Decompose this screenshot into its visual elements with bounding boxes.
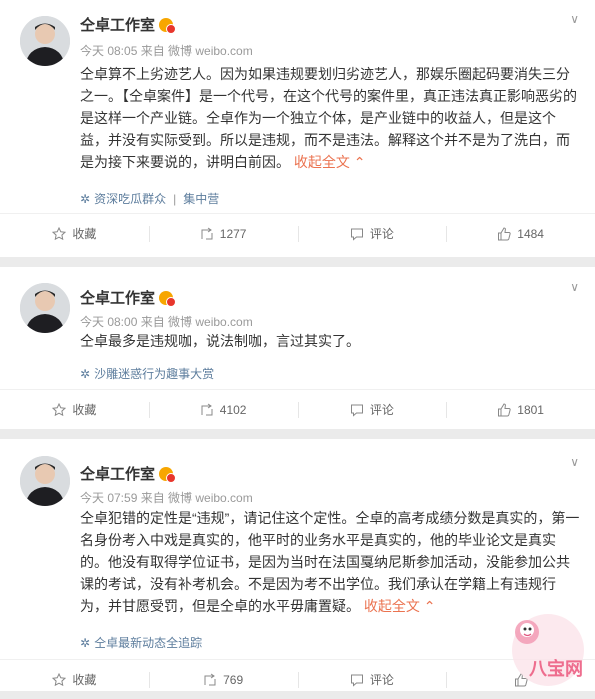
comment-label: 评论 [369,403,394,417]
author-name[interactable]: 仝卓工作室 [80,14,177,35]
comment-label: 评论 [369,227,394,241]
forward-count: 4102 [219,402,247,417]
collect-label: 收藏 [72,403,97,417]
topic-label[interactable]: 仝卓最新动态全追踪 [94,634,202,651]
like-count: 1484 [517,226,544,241]
topic-separator: | [173,191,177,206]
topic-label-2[interactable]: 集中营 [183,190,219,207]
comment-icon [350,404,363,417]
like-count: 1801 [517,402,544,417]
avatar[interactable] [20,283,70,333]
collapse-label[interactable]: 收起全文 [294,154,350,170]
post-meta: 今天 08:00 来自 微博 weibo.com [80,315,253,329]
chevron-down-icon[interactable]: ∨ [570,455,579,469]
comment-button[interactable]: 评论 [297,214,447,253]
thumbs-up-icon [498,226,511,240]
comment-icon [350,674,363,687]
forward-button[interactable]: 4102 [148,390,298,429]
sparkle-icon: ✲ [80,366,91,381]
vip-badge-icon [159,466,177,483]
collect-button[interactable]: 收藏 [0,660,149,699]
post-text: 仝卓最多是违规咖，说法制咖，言过其实了。 [80,333,360,349]
action-bar: 收藏 1277 评论 1484 [0,213,595,253]
author-name[interactable]: 仝卓工作室 [80,463,177,484]
star-icon [52,672,67,686]
action-bar: 收藏 4102 评论 1801 [0,389,595,429]
post-text: 仝卓犯错的定性是“违规”，请记住这个定性。仝卓的高考成绩分数是真实的，第一名身份… [80,507,580,617]
author-name[interactable]: 仝卓工作室 [80,287,177,308]
topic-tag[interactable]: ✲ 资深吃瓜群众 | 集中营 [80,190,219,207]
sparkle-icon: ✲ [80,191,91,206]
sparkle-icon: ✲ [80,635,91,650]
forward-count: 769 [223,672,244,687]
collapse-link[interactable]: 收起全文 ⌃ [294,154,366,170]
post-meta: 今天 08:05 来自 微博 weibo.com [80,44,253,58]
topic-tag[interactable]: ✲ 仝卓最新动态全追踪 [80,634,202,651]
vip-badge-icon [159,17,177,34]
comment-button[interactable]: 评论 [297,660,447,699]
forward-count: 1277 [219,226,247,241]
collect-label: 收藏 [72,673,97,687]
topic-label[interactable]: 沙雕迷惑行为趣事大赏 [94,365,214,382]
comment-label: 评论 [369,673,394,687]
forward-icon [204,673,216,685]
collapse-label[interactable]: 收起全文 [364,598,420,614]
forward-button[interactable]: 1277 [148,214,298,253]
watermark-text: 八宝网 [529,659,583,679]
comment-icon [350,228,363,241]
post-card: 仝卓工作室 今天 08:00 来自 微博 weibo.com ∨ 仝卓最多是违规… [0,267,595,429]
topic-tag[interactable]: ✲ 沙雕迷惑行为趣事大赏 [80,365,214,382]
like-button[interactable]: 1484 [446,214,595,253]
author-name-text[interactable]: 仝卓工作室 [80,463,155,484]
star-icon [52,402,67,416]
comment-button[interactable]: 评论 [297,390,447,429]
post-text-body: 仝卓犯错的定性是“违规”，请记住这个定性。仝卓的高考成绩分数是真实的，第一名身份… [80,510,580,614]
forward-button[interactable]: 769 [148,660,298,699]
forward-icon [201,403,213,415]
forward-icon [201,227,213,239]
author-name-text[interactable]: 仝卓工作室 [80,14,155,35]
vip-badge-icon [159,290,177,307]
post-text: 仝卓算不上劣迹艺人。因为如果违规要划归劣迹艺人，那娱乐圈起码要消失三分之一。【仝… [80,63,580,173]
collect-button[interactable]: 收藏 [0,390,149,429]
post-meta: 今天 07:59 来自 微博 weibo.com [80,491,253,505]
avatar[interactable] [20,16,70,66]
avatar[interactable] [20,456,70,506]
chevron-down-icon[interactable]: ∨ [570,280,579,294]
like-button[interactable]: 1801 [446,390,595,429]
post-card: 仝卓工作室 今天 08:05 来自 微博 weibo.com ∨ 仝卓算不上劣迹… [0,0,595,257]
star-icon [52,226,67,240]
thumbs-up-icon [498,402,511,416]
collect-label: 收藏 [72,227,97,241]
collapse-link[interactable]: 收起全文 ⌃ [364,598,436,614]
collect-button[interactable]: 收藏 [0,214,149,253]
chevron-down-icon[interactable]: ∨ [570,12,579,26]
author-name-text[interactable]: 仝卓工作室 [80,287,155,308]
topic-label[interactable]: 资深吃瓜群众 [94,190,166,207]
